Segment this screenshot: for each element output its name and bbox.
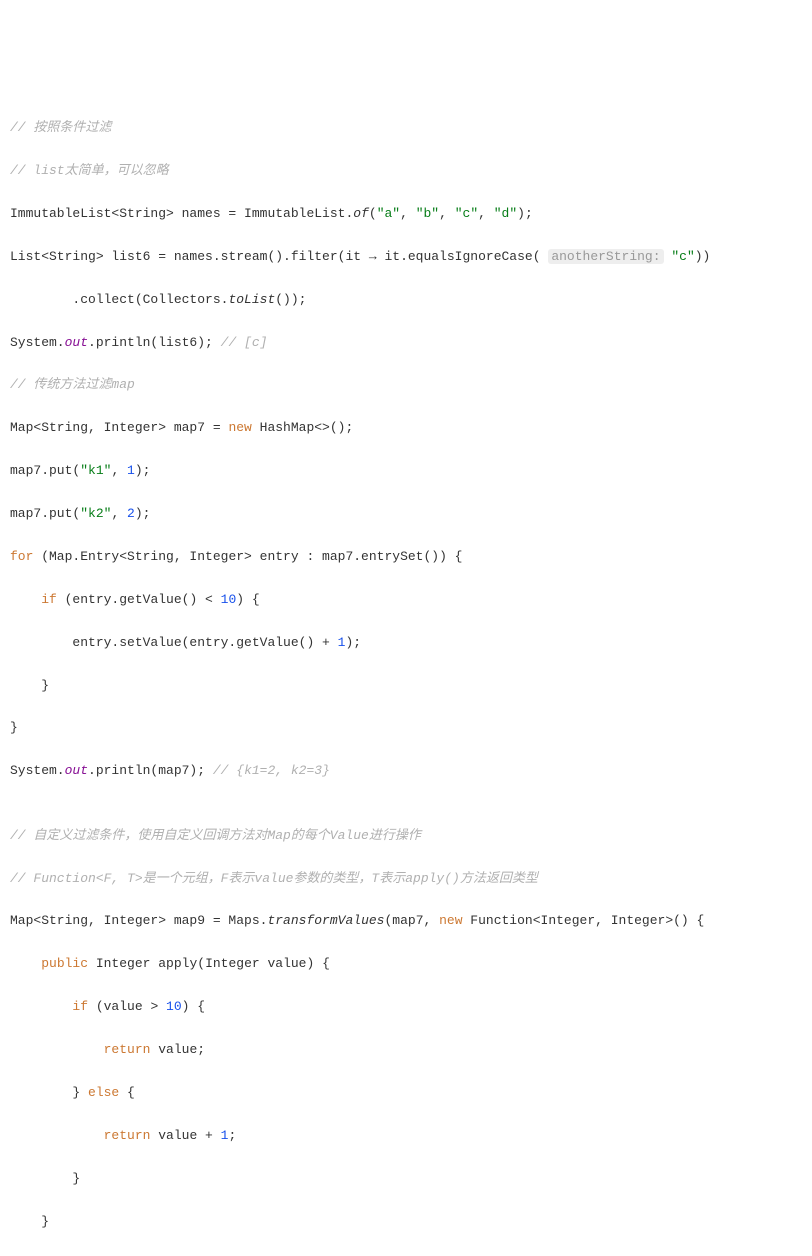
code-line: public Integer apply(Integer value) { — [10, 953, 802, 974]
code-line: // 传统方法过滤map — [10, 374, 802, 395]
code-line: System.out.println(map7); // {k1=2, k2=3… — [10, 760, 802, 781]
code-line: } else { — [10, 1082, 802, 1103]
code-line: // list太简单，可以忽略 — [10, 160, 802, 181]
code-block: // 按照条件过滤 // list太简单，可以忽略 ImmutableList<… — [10, 96, 802, 1256]
param-hint: anotherString: — [548, 249, 663, 264]
code-line: // 按照条件过滤 — [10, 117, 802, 138]
code-line: List<String> list6 = names.stream().filt… — [10, 246, 802, 267]
code-line: }); — [10, 1253, 802, 1256]
code-line: // Function<F, T>是一个元组，F表示value参数的类型，T表示… — [10, 868, 802, 889]
code-line: } — [10, 675, 802, 696]
code-line: return value + 1; — [10, 1125, 802, 1146]
code-line: if (entry.getValue() < 10) { — [10, 589, 802, 610]
code-line: } — [10, 1211, 802, 1232]
code-line: map7.put("k2", 2); — [10, 503, 802, 524]
code-line: return value; — [10, 1039, 802, 1060]
code-line: .collect(Collectors.toList()); — [10, 289, 802, 310]
code-line: for (Map.Entry<String, Integer> entry : … — [10, 546, 802, 567]
code-line: map7.put("k1", 1); — [10, 460, 802, 481]
code-line: Map<String, Integer> map9 = Maps.transfo… — [10, 910, 802, 931]
code-line: System.out.println(list6); // [c] — [10, 332, 802, 353]
code-line: ImmutableList<String> names = ImmutableL… — [10, 203, 802, 224]
code-line: } — [10, 717, 802, 738]
code-line: entry.setValue(entry.getValue() + 1); — [10, 632, 802, 653]
code-line: Map<String, Integer> map7 = new HashMap<… — [10, 417, 802, 438]
code-line: } — [10, 1168, 802, 1189]
code-line: // 自定义过滤条件，使用自定义回调方法对Map的每个Value进行操作 — [10, 825, 802, 846]
code-line: if (value > 10) { — [10, 996, 802, 1017]
